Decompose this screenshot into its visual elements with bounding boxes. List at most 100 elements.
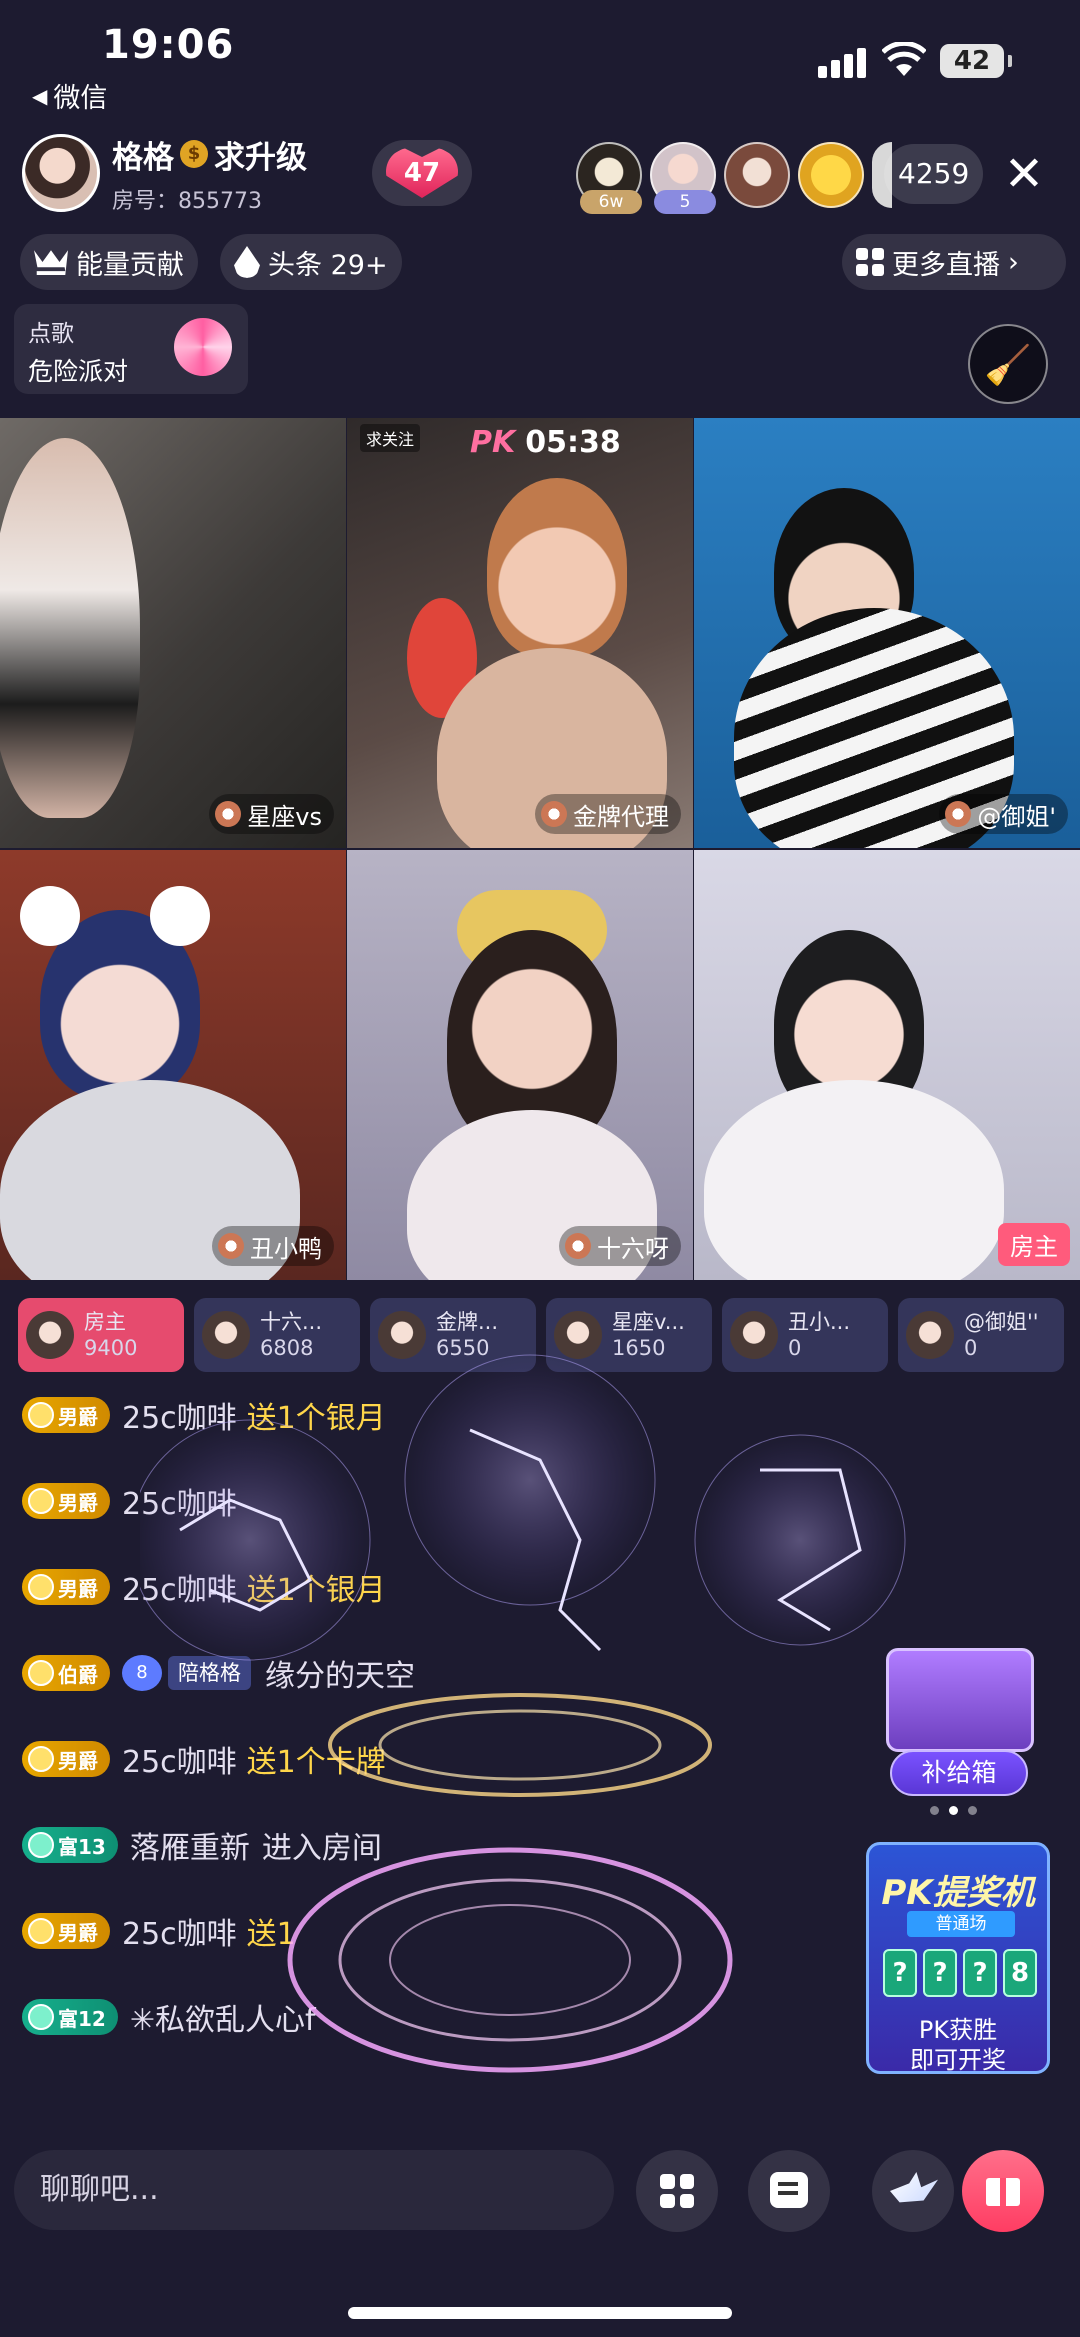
cellular-signal-icon	[818, 48, 868, 78]
chat-message[interactable]: 男爵 25c咖啡 送1个银月	[22, 1557, 386, 1617]
host-name-row: 格格 $ 求升级	[112, 132, 307, 177]
score-card[interactable]: 金牌... 6550	[370, 1298, 536, 1372]
viewer-avatar[interactable]	[724, 142, 790, 208]
chat-input[interactable]: 聊聊吧...	[14, 2150, 614, 2230]
supply-box-button[interactable]: 补给箱	[890, 1750, 1028, 1796]
score-name: 丑小...	[788, 1310, 851, 1334]
follow-heart-button[interactable]: 47	[372, 140, 472, 206]
gift-icon	[986, 2178, 1020, 2206]
score-card[interactable]: @御姐'' 0	[898, 1298, 1064, 1372]
pk-prize-machine-banner[interactable]: PK提奖机 普通场 ? ? ? 8 PK获胜 即可开奖	[866, 1842, 1050, 2074]
headline-button[interactable]: 头条 29+	[220, 234, 402, 290]
energy-label: 能量贡献	[76, 249, 184, 281]
chat-message[interactable]: 富12 ✳私欲乱人心f	[22, 1987, 316, 2047]
video-tile[interactable]: 十六呀	[347, 850, 693, 1280]
promo-foot-line2: 即可开奖	[910, 2046, 1006, 2074]
pk-countdown: 05:38	[525, 425, 621, 460]
score-card[interactable]: 星座v... 1650	[546, 1298, 712, 1372]
video-tile[interactable]: 星座vs	[0, 418, 346, 848]
carousel-pager	[930, 1806, 977, 1815]
gem-icon	[28, 1746, 54, 1772]
more-live-label: 更多直播	[892, 249, 1000, 281]
viewer-avatar[interactable]: 6w	[576, 142, 642, 214]
chat-message[interactable]: 男爵 25c咖啡 送1个卡牌	[22, 1729, 386, 1789]
chat-message[interactable]: 男爵 25c咖啡 送1个银月	[22, 1385, 386, 1445]
chat-message[interactable]: 伯爵 8 陪格格 缘分的天空	[22, 1643, 415, 1703]
chat-user: 25c咖啡	[122, 1917, 237, 1952]
heart-count: 47	[403, 158, 441, 188]
chat-action: 进入房间	[261, 1831, 382, 1866]
score-name: 星座v...	[612, 1310, 685, 1334]
drop-icon	[234, 246, 260, 278]
wealth-badge-text: 富12	[58, 2006, 106, 2031]
streamer-dot-icon	[218, 1233, 244, 1259]
home-indicator[interactable]	[348, 2307, 732, 2319]
video-tile[interactable]: 房主	[694, 850, 1080, 1280]
headline-label: 头条 29+	[268, 249, 388, 281]
gem-icon	[28, 1574, 54, 1600]
paper-crane-button[interactable]	[872, 2150, 954, 2232]
video-tile[interactable]: @御姐'	[694, 418, 1080, 848]
viewer-tag: 6w	[580, 190, 642, 214]
tile-label: 十六呀	[559, 1226, 681, 1266]
chat-message[interactable]: 男爵 25c咖啡	[22, 1471, 237, 1531]
gem-icon	[28, 1488, 54, 1514]
rank-badge: 男爵	[22, 1913, 110, 1949]
slot: ?	[883, 1949, 917, 1997]
close-icon[interactable]: ✕	[1000, 140, 1048, 208]
streamer-dot-icon	[945, 801, 972, 827]
host-avatar[interactable]	[22, 134, 100, 212]
viewer-avatar[interactable]: 5	[650, 142, 716, 214]
chat-user: 25c咖啡	[122, 1573, 237, 1608]
slot: ?	[963, 1949, 997, 1997]
slot: ?	[923, 1949, 957, 1997]
status-bar: 19:06 ◀ 微信 42	[0, 0, 1080, 114]
rank-badge: 男爵	[22, 1741, 110, 1777]
video-tile[interactable]: 丑小鸭	[0, 850, 346, 1280]
rank-badge: 伯爵	[22, 1655, 110, 1691]
rank-badge-text: 男爵	[58, 1404, 98, 1429]
score-card[interactable]: 十六... 6808	[194, 1298, 360, 1372]
fan-level-heart-icon: 8	[122, 1655, 162, 1691]
viewer-avatar[interactable]	[798, 142, 864, 208]
room-number: 房号：855773	[112, 188, 262, 214]
tile-label-text: 星座vs	[247, 802, 322, 831]
top-viewers-list: 6w 5	[576, 138, 892, 214]
host-info: 格格 $ 求升级 房号：855773	[112, 132, 307, 215]
score-card[interactable]: 丑小... 0	[722, 1298, 888, 1372]
chat-message[interactable]: 富13 落雁重新 进入房间	[22, 1815, 382, 1875]
host-name-suffix: 求升级	[214, 139, 307, 176]
clear-screen-broom-icon[interactable]: 🧹	[968, 324, 1048, 404]
song-request-card[interactable]: 点歌 危险派对	[14, 304, 248, 394]
promo-footer: PK获胜 即可开奖	[869, 2015, 1047, 2074]
video-tile[interactable]: 金牌代理	[347, 418, 693, 848]
cat-ear-right	[150, 886, 210, 946]
follow-tag[interactable]: 求关注	[360, 424, 421, 452]
energy-contribution-button[interactable]: 能量贡献	[20, 234, 198, 290]
more-live-button[interactable]: 更多直播 ›	[842, 234, 1066, 290]
score-card[interactable]: 房主 9400	[18, 1298, 184, 1372]
back-to-app-link[interactable]: ◀ 微信	[32, 76, 107, 115]
rank-badge-text: 男爵	[58, 1490, 98, 1515]
streamer-dot-icon	[565, 1233, 591, 1259]
score-avatar	[26, 1311, 74, 1359]
chat-user: 25c咖啡	[122, 1401, 237, 1436]
message-button[interactable]	[748, 2150, 830, 2232]
chat-user: 落雁重新	[129, 1831, 250, 1866]
battery-icon: 42	[940, 44, 1004, 78]
gem-icon	[28, 1660, 54, 1686]
wifi-icon	[882, 42, 926, 76]
gem-icon	[28, 1402, 54, 1428]
score-avatar	[202, 1311, 250, 1359]
more-features-button[interactable]	[636, 2150, 718, 2232]
chat-message[interactable]: 男爵 25c咖啡 送1	[22, 1901, 296, 1961]
rank-badge-text: 男爵	[58, 1920, 98, 1945]
score-value: 9400	[84, 1336, 138, 1360]
moneybag-icon: $	[180, 140, 208, 168]
rank-badge-text: 男爵	[58, 1748, 98, 1773]
chat-bubble-icon	[770, 2172, 808, 2208]
clock: 19:06	[102, 22, 235, 68]
gift-button[interactable]	[962, 2150, 1044, 2232]
viewer-count-button[interactable]: 4259	[884, 144, 984, 204]
supply-chest-icon[interactable]	[886, 1648, 1034, 1752]
